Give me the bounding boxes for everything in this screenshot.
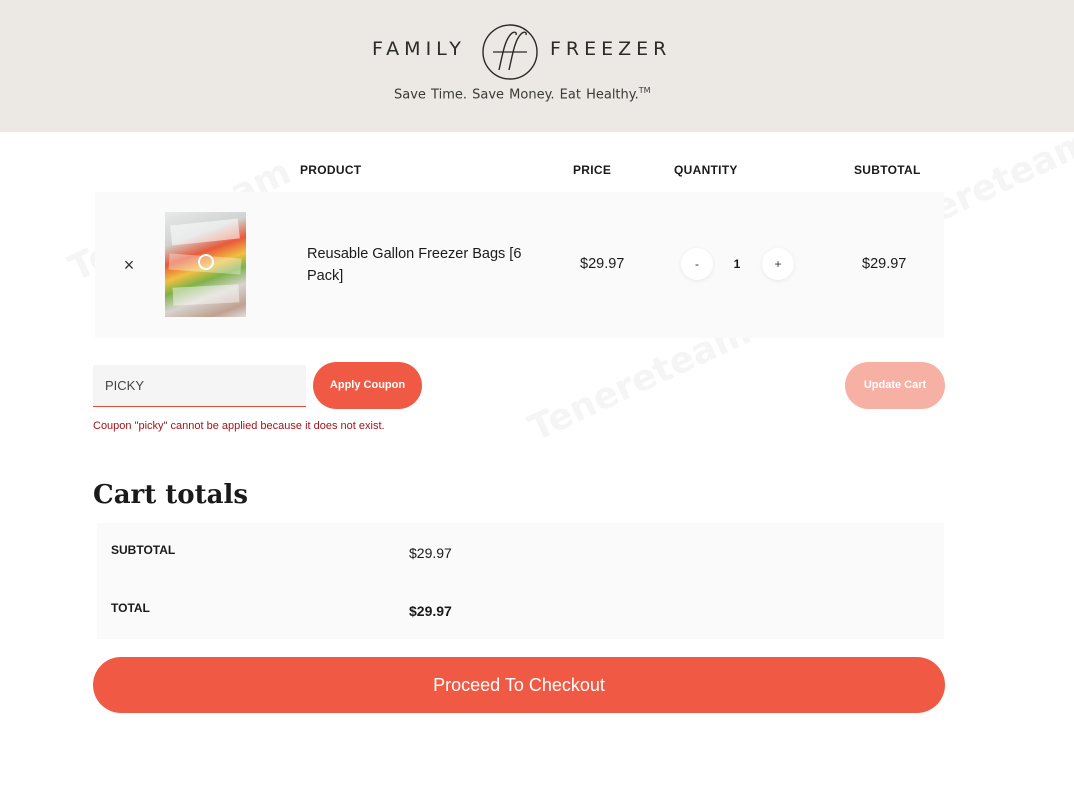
quantity-decrement-button[interactable]: - (681, 248, 713, 280)
column-header-subtotal: SUBTOTAL (854, 163, 921, 177)
quantity-input[interactable]: 1 (727, 257, 747, 271)
coupon-code-input[interactable] (93, 365, 306, 407)
tagline-text: Save Time. Save Money. Eat Healthy. (394, 87, 639, 103)
trademark-mark: TM (638, 86, 651, 95)
quantity-increment-button[interactable]: + (762, 248, 794, 280)
coupon-error-message: Coupon "picky" cannot be applied because… (93, 420, 385, 432)
totals-total-value: $29.97 (409, 603, 452, 619)
product-thumbnail[interactable] (165, 212, 246, 317)
brand-name-family: FAMILY (372, 38, 466, 60)
column-header-quantity: QUANTITY (674, 163, 738, 177)
totals-subtotal-label: SUBTOTAL (111, 543, 176, 557)
totals-subtotal-value: $29.97 (409, 545, 452, 561)
family-freezer-logo-icon[interactable] (479, 22, 541, 82)
item-subtotal: $29.97 (862, 256, 907, 272)
cart-totals-heading: Cart totals (93, 480, 249, 510)
column-header-price: PRICE (573, 163, 612, 177)
site-header: FAMILY FREEZER Save Time. Save Money. Ea… (0, 0, 1074, 132)
product-name-link[interactable]: Reusable Gallon Freezer Bags [6 Pack] (307, 243, 552, 287)
totals-total-label: TOTAL (111, 601, 150, 615)
apply-coupon-button[interactable]: Apply Coupon (313, 362, 422, 409)
brand-name-freezer: FREEZER (550, 38, 672, 60)
cart-totals-table (97, 523, 944, 639)
tagline: Save Time. Save Money. Eat Healthy.TM (394, 86, 651, 102)
column-header-product: PRODUCT (300, 163, 362, 177)
update-cart-button[interactable]: Update Cart (845, 362, 945, 409)
proceed-to-checkout-button[interactable]: Proceed To Checkout (93, 657, 945, 713)
remove-item-button[interactable]: × (121, 256, 137, 274)
product-price: $29.97 (580, 256, 625, 272)
